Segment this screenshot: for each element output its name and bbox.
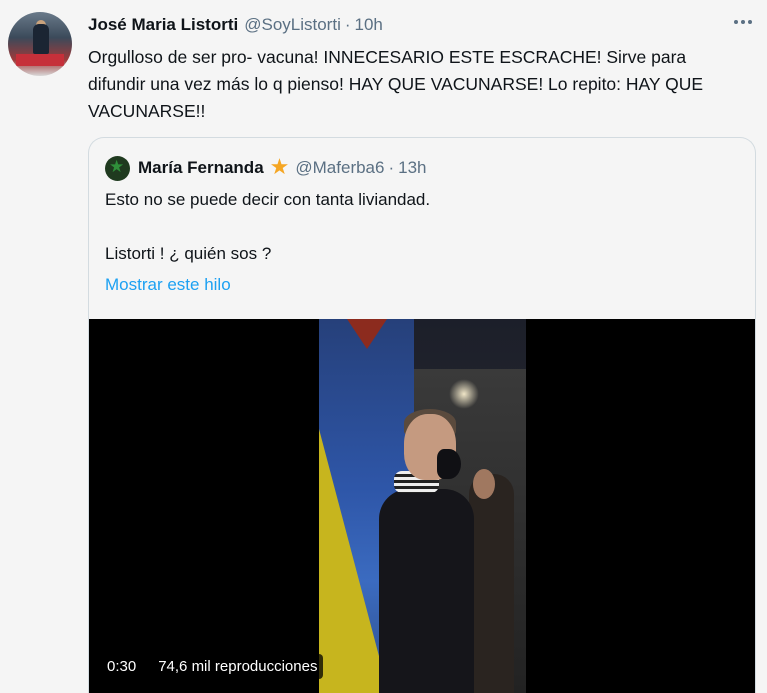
author-name[interactable]: José Maria Listorti [88, 15, 238, 35]
frame-light [449, 379, 479, 409]
avatar-banner [16, 54, 64, 66]
quoted-author-name[interactable]: María Fernanda [138, 158, 264, 178]
dot [734, 20, 738, 24]
quoted-author-avatar[interactable] [105, 155, 130, 181]
author-handle[interactable]: @SoyListorti [244, 15, 341, 35]
quoted-author-handle[interactable]: @Maferba6 [295, 158, 384, 178]
frame-person-mask [437, 449, 461, 479]
tweet-header: José Maria Listorti @SoyListorti · 10h [88, 15, 383, 37]
video-meta: 0:30 74,6 mil reproducciones [101, 652, 324, 680]
show-thread-link[interactable]: Mostrar este hilo [105, 273, 231, 297]
video-duration: 0:30 [101, 653, 143, 679]
video-views: 74,6 mil reproducciones [152, 653, 324, 679]
dot [741, 20, 745, 24]
quoted-tweet-header: María Fernanda ★ @Maferba6 · 13h [105, 155, 427, 181]
frame-person-back [469, 474, 514, 693]
tweet-time[interactable]: 10h [355, 15, 383, 35]
video-player[interactable]: 0:30 74,6 mil reproducciones [89, 319, 755, 693]
quoted-tweet-text-line1: Esto no se puede decir con tanta liviand… [105, 190, 431, 209]
header-separator: · [344, 15, 351, 34]
frame-person-body [379, 489, 474, 693]
frame-person-back-head [473, 469, 495, 499]
star-icon: ★ [269, 155, 290, 180]
dot [748, 20, 752, 24]
quoted-tweet[interactable]: María Fernanda ★ @Maferba6 · 13h Esto no… [88, 137, 756, 693]
author-avatar[interactable] [8, 12, 72, 76]
tweet-text: Orgulloso de ser pro- vacuna! INNECESARI… [88, 47, 704, 121]
avatar-figure [33, 24, 49, 54]
video-frame [319, 319, 526, 693]
quoted-tweet-text-line2: Listorti ! ¿ quién sos ? [105, 244, 272, 263]
quoted-header-separator: · [388, 158, 395, 177]
more-horizontal-icon[interactable] [731, 14, 755, 30]
quoted-tweet-time[interactable]: 13h [398, 158, 426, 178]
